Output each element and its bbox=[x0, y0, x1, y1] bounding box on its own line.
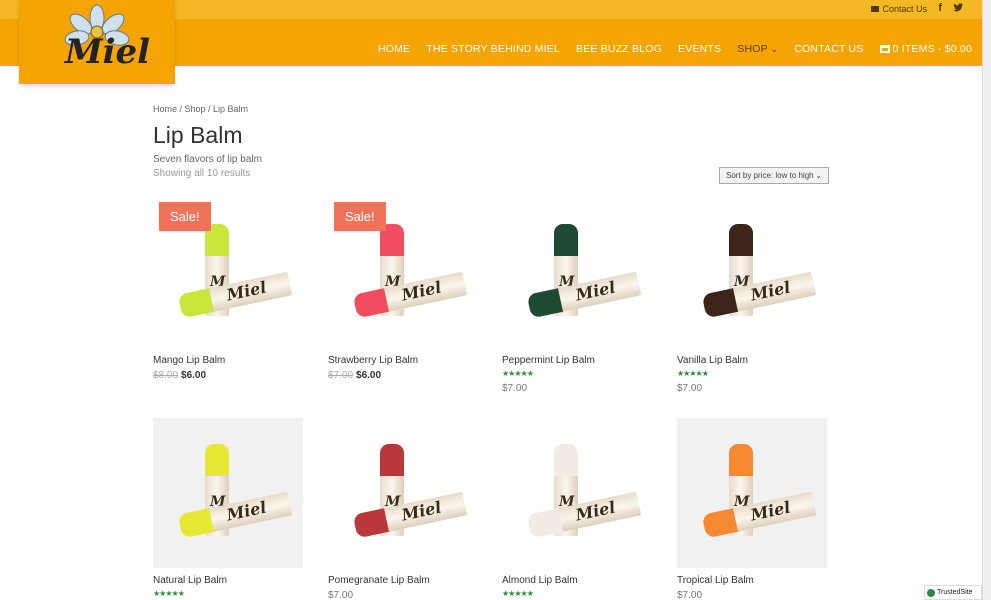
product-name[interactable]: Peppermint Lip Balm bbox=[502, 355, 595, 366]
original-price: $7.00 bbox=[328, 370, 354, 381]
product-name[interactable]: Vanilla Lip Balm bbox=[677, 355, 748, 366]
product-image[interactable] bbox=[328, 418, 478, 568]
product-name[interactable]: Mango Lip Balm bbox=[153, 355, 225, 366]
main-nav: HOME THE STORY BEHIND MIEL BEE BUZZ BLOG… bbox=[378, 43, 972, 55]
nav-events[interactable]: EVENTS bbox=[678, 43, 721, 55]
page-scrollbar[interactable] bbox=[982, 0, 991, 600]
product-price: $7.00 bbox=[502, 383, 527, 394]
category-description: Seven flavors of lip balm bbox=[153, 154, 262, 165]
original-price: $8.00 bbox=[153, 370, 179, 381]
product-name[interactable]: Pomegranate Lip Balm bbox=[328, 575, 430, 586]
product-name[interactable]: Strawberry Lip Balm bbox=[328, 355, 418, 366]
regular-price: $7.00 bbox=[502, 383, 528, 394]
cart-label: 0 ITEMS - $0.00 bbox=[892, 43, 972, 55]
product-name[interactable]: Tropical Lip Balm bbox=[677, 575, 754, 586]
product-price: $7.00 bbox=[328, 590, 353, 600]
nav-blog[interactable]: BEE BUZZ BLOG bbox=[576, 43, 662, 55]
checkmark-icon bbox=[927, 588, 935, 597]
product-price: $7.00 $6.00 bbox=[328, 370, 381, 381]
product-image[interactable] bbox=[677, 418, 827, 568]
product-name[interactable]: Almond Lip Balm bbox=[502, 575, 578, 586]
star-rating: ★★★★★ bbox=[153, 589, 185, 598]
sale-price: $6.00 bbox=[181, 370, 207, 381]
product-image[interactable] bbox=[502, 198, 652, 348]
sort-select[interactable]: Sort by price: low to high ⌄ bbox=[719, 167, 829, 184]
logo-wordmark: Miel bbox=[65, 32, 151, 72]
regular-price: $7.00 bbox=[677, 383, 703, 394]
star-rating: ★★★★★ bbox=[502, 589, 534, 598]
nav-shop[interactable]: SHOP bbox=[737, 43, 778, 55]
sale-price: $6.00 bbox=[356, 370, 382, 381]
site-logo[interactable]: Miel bbox=[19, 0, 175, 84]
top-contact-label: Contact Us bbox=[882, 4, 927, 14]
product-price: $7.00 bbox=[677, 383, 702, 394]
top-contact-link[interactable]: Contact Us bbox=[871, 4, 927, 14]
chevron-down-icon: ⌄ bbox=[815, 171, 822, 180]
nav-home[interactable]: HOME bbox=[378, 43, 410, 55]
page-title: Lip Balm bbox=[153, 122, 243, 148]
product-name[interactable]: Natural Lip Balm bbox=[153, 575, 227, 586]
trustedsite-label: TrustedSite bbox=[937, 589, 973, 596]
product-image[interactable] bbox=[153, 418, 303, 568]
regular-price: $7.00 bbox=[677, 590, 703, 600]
nav-contact[interactable]: CONTACT US bbox=[794, 43, 863, 55]
facebook-icon[interactable]: f bbox=[938, 2, 942, 14]
product-price: $8.00 $6.00 bbox=[153, 370, 206, 381]
sort-select-value: Sort by price: low to high bbox=[726, 171, 814, 180]
product-image[interactable] bbox=[677, 198, 827, 348]
star-rating: ★★★★★ bbox=[502, 369, 534, 378]
breadcrumb[interactable]: Home / Shop / Lip Balm bbox=[153, 104, 248, 114]
cart-icon bbox=[879, 45, 890, 53]
star-rating: ★★★★★ bbox=[677, 369, 709, 378]
twitter-icon[interactable] bbox=[953, 3, 963, 12]
trustedsite-badge[interactable]: TrustedSite bbox=[924, 585, 982, 600]
envelope-icon bbox=[871, 6, 880, 12]
regular-price: $7.00 bbox=[328, 590, 354, 600]
result-count: Showing all 10 results bbox=[153, 168, 251, 179]
cart-link[interactable]: 0 ITEMS - $0.00 bbox=[879, 43, 972, 55]
product-image[interactable] bbox=[502, 418, 652, 568]
sale-badge: Sale! bbox=[159, 202, 211, 231]
product-price: $7.00 bbox=[677, 590, 702, 600]
nav-story[interactable]: THE STORY BEHIND MIEL bbox=[426, 43, 560, 55]
sale-badge: Sale! bbox=[334, 202, 386, 231]
